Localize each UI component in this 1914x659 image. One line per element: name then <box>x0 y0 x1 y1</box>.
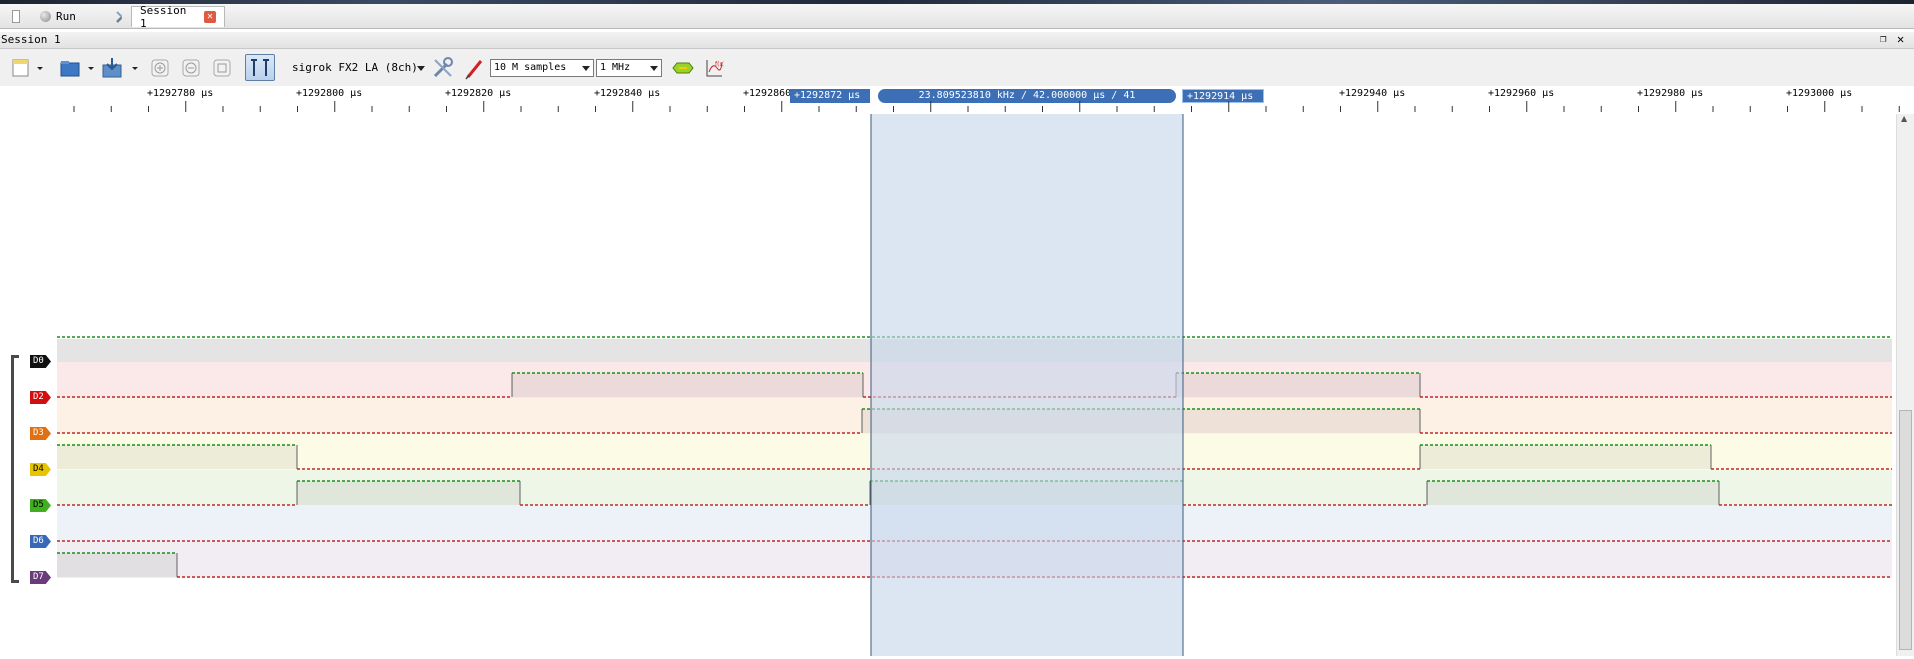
cursor-region <box>871 114 1183 656</box>
device-name[interactable]: sigrok FX2 LA (8ch) <box>292 61 418 74</box>
probe-pen-icon <box>465 60 483 80</box>
sample-count-value: 10 M samples <box>494 62 567 73</box>
zoom-fit-button[interactable] <box>212 59 232 77</box>
new-document-icon <box>12 59 43 77</box>
tab-session-label: Session 1 <box>140 4 187 30</box>
chevron-down-icon <box>417 65 425 71</box>
high-fill <box>512 373 863 397</box>
open-folder-icon <box>60 61 94 77</box>
tab-session-1[interactable]: Session 1 ✕ <box>131 4 225 30</box>
samplerate-select[interactable]: 1 MHz <box>596 59 662 77</box>
waveform-canvas <box>57 114 1892 656</box>
math-button[interactable]: f(x) <box>703 57 725 79</box>
new-tab-button[interactable] <box>4 6 28 27</box>
channel-label-d2[interactable]: D2 <box>30 391 51 404</box>
restore-window-icon[interactable]: ❐ <box>1880 32 1887 45</box>
samplerate-value: 1 MHz <box>600 62 631 73</box>
zoom-out-button[interactable] <box>181 59 201 77</box>
zoom-out-icon <box>182 59 200 77</box>
waveform-view[interactable] <box>57 114 1896 656</box>
tools-icon <box>116 10 122 23</box>
new-session-button[interactable] <box>10 58 44 78</box>
main-toolbar: sigrok FX2 LA (8ch) 10 M samples 1 MHz f… <box>0 49 1914 87</box>
sample-count-select[interactable]: 10 M samples <box>490 59 594 77</box>
configure-device-button[interactable] <box>430 55 456 81</box>
channel-group-bracket <box>11 355 19 583</box>
run-led-icon <box>40 11 51 22</box>
zoom-in-button[interactable] <box>150 59 170 77</box>
vertical-scrollbar[interactable]: ▲ <box>1896 114 1914 656</box>
channel-label-d5[interactable]: D5 <box>30 499 51 512</box>
device-dropdown-button[interactable] <box>416 64 426 72</box>
wrench-screwdriver-icon <box>433 57 453 78</box>
cursors-icon <box>251 58 269 76</box>
math-plot-icon: f(x) <box>706 60 724 77</box>
channel-name: D7 <box>33 572 44 582</box>
close-icon[interactable]: ✕ <box>204 11 216 23</box>
channel-label-d7[interactable]: D7 <box>30 571 51 584</box>
scroll-up-arrow-icon[interactable]: ▲ <box>1901 114 1907 123</box>
channel-label-d0[interactable]: D0 <box>30 355 51 368</box>
high-fill <box>1176 373 1420 397</box>
high-fill <box>57 553 177 577</box>
add-decoder-button[interactable] <box>670 59 696 77</box>
zoom-in-icon <box>151 59 169 77</box>
show-cursors-button[interactable] <box>245 54 275 81</box>
close-session-icon[interactable]: ✕ <box>1897 32 1904 46</box>
channel-name: D4 <box>33 464 44 474</box>
open-file-button[interactable] <box>58 58 96 78</box>
time-ruler[interactable]: +1292780 μs +1292800 μs +1292820 μs +129… <box>0 86 1914 114</box>
tab-run-label: Run <box>56 10 76 23</box>
blank-page-icon <box>12 10 20 23</box>
session-title-bar: Session 1 ❐ ✕ <box>0 32 1914 49</box>
channel-label-d4[interactable]: D4 <box>30 463 51 476</box>
channel-name: D5 <box>33 500 44 510</box>
save-download-icon <box>102 58 138 78</box>
session-title: Session 1 <box>1 33 61 46</box>
channel-name: D6 <box>33 536 44 546</box>
high-fill <box>1420 445 1711 469</box>
chevron-down-icon <box>582 66 590 71</box>
save-button[interactable] <box>100 57 140 79</box>
channel-label-d3[interactable]: D3 <box>30 427 51 440</box>
channel-name: D0 <box>33 356 44 366</box>
channel-label-d6[interactable]: D6 <box>30 535 51 548</box>
channel-name: D2 <box>33 392 44 402</box>
settings-tab-button[interactable] <box>106 6 130 27</box>
scrollbar-thumb[interactable] <box>1899 410 1912 650</box>
channel-name: D3 <box>33 428 44 438</box>
decoder-icon <box>672 62 694 74</box>
ruler-ticks <box>73 101 1900 112</box>
svg-text:f(x): f(x) <box>715 61 724 68</box>
high-fill <box>57 445 297 469</box>
zoom-fit-icon <box>213 59 231 77</box>
high-fill <box>1427 481 1719 505</box>
chevron-down-icon <box>650 66 658 71</box>
tab-bar: Run Session 1 ✕ <box>0 4 1914 30</box>
high-fill <box>297 481 520 505</box>
configure-probes-button[interactable] <box>462 55 488 81</box>
